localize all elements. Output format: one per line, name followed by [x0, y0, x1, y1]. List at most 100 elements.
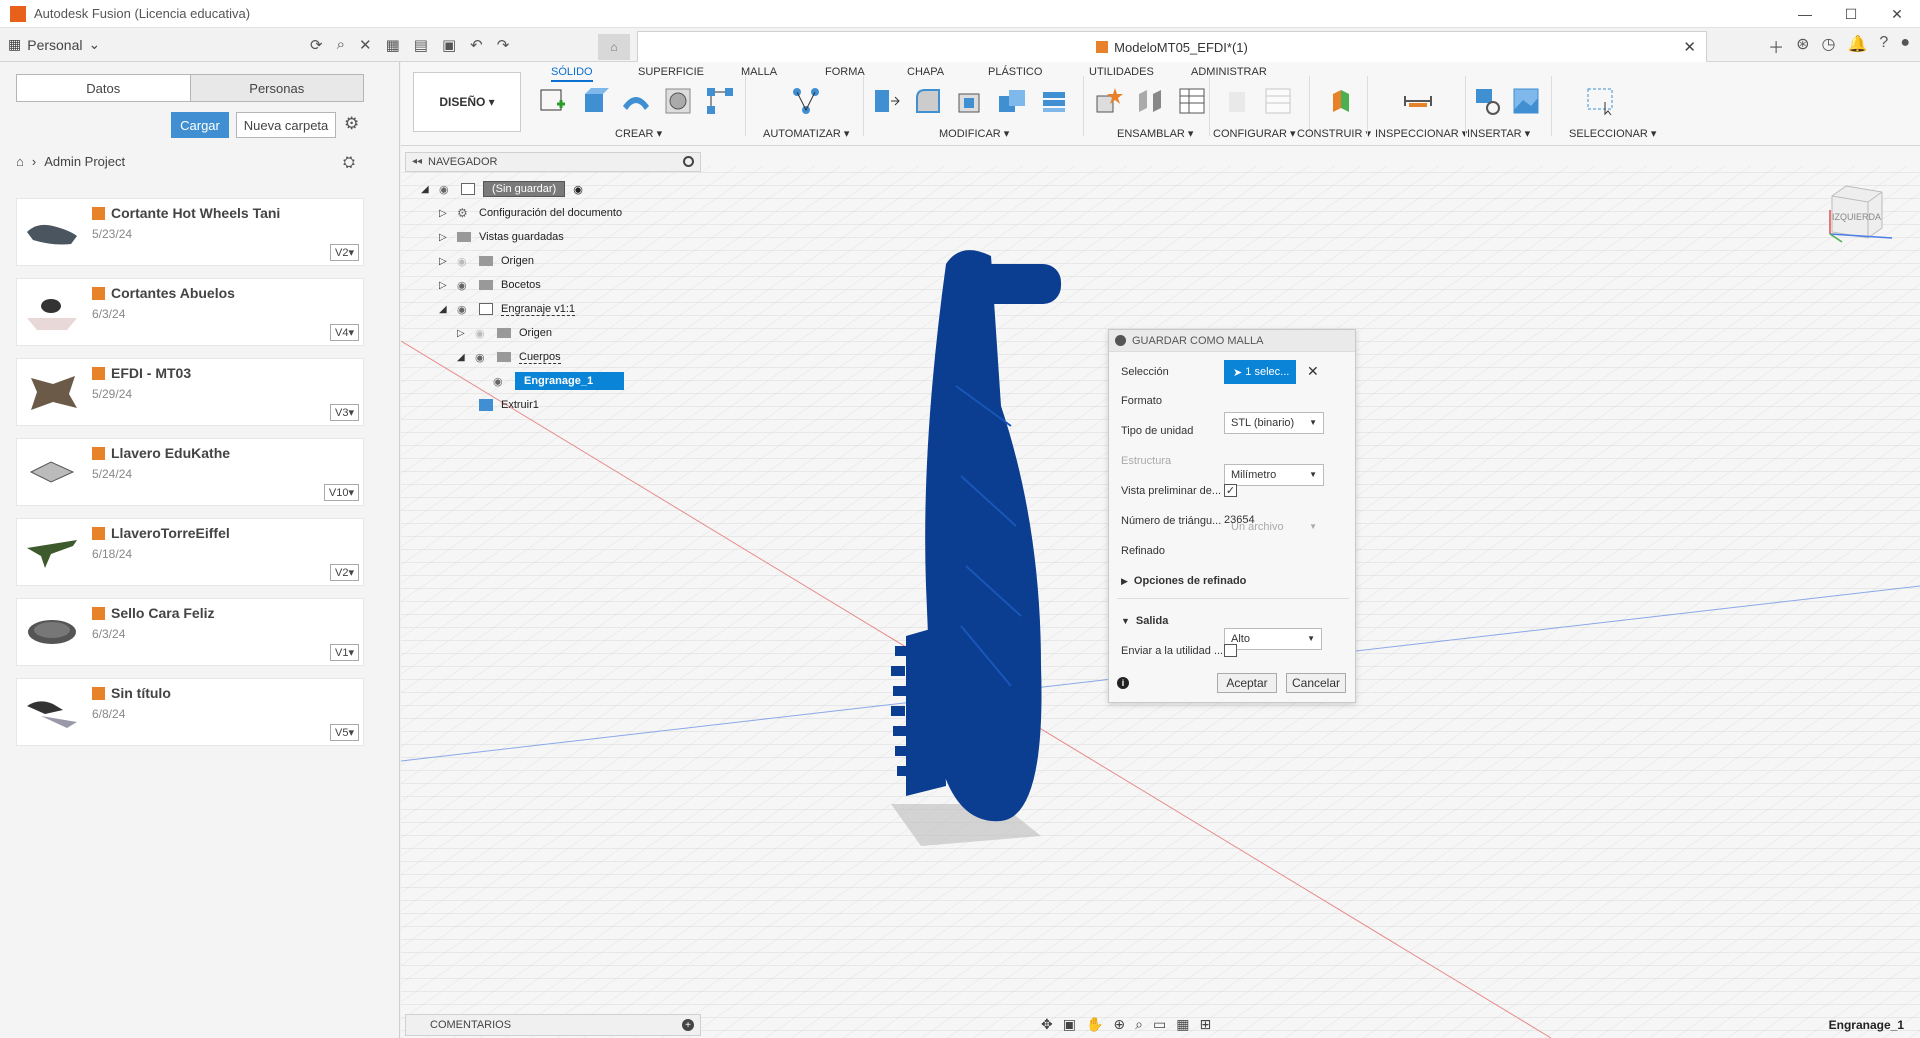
- list-item[interactable]: Sin título 6/8/24 V5 ▾: [16, 678, 364, 746]
- group-insert[interactable]: INSERTAR ▾: [1467, 127, 1530, 140]
- refinement-select[interactable]: Alto ▼: [1224, 628, 1322, 650]
- version-badge[interactable]: V1 ▾: [330, 644, 359, 661]
- file-menu-icon[interactable]: ▤: [414, 36, 428, 54]
- workspace-switcher[interactable]: DISEÑO ▾: [413, 72, 521, 132]
- tree-item[interactable]: ▷ ◉ Bocetos: [439, 274, 541, 296]
- visibility-eye-icon[interactable]: ◉: [475, 327, 491, 340]
- activate-radio-icon[interactable]: ◉: [573, 183, 583, 196]
- upload-button[interactable]: Cargar: [171, 112, 229, 138]
- create-sketch-icon[interactable]: [537, 86, 567, 116]
- viewports-icon[interactable]: ⊞: [1199, 1016, 1211, 1033]
- expand-icon[interactable]: ◢: [439, 304, 451, 315]
- version-badge[interactable]: V2 ▾: [330, 244, 359, 261]
- grid-settings-icon[interactable]: ▦: [1176, 1016, 1189, 1033]
- expand-icon[interactable]: ◢: [421, 184, 433, 195]
- clear-selection-icon[interactable]: ✕: [1307, 363, 1319, 380]
- preview-checkbox[interactable]: ✓: [1224, 484, 1237, 497]
- group-select[interactable]: SELECCIONAR ▾: [1569, 127, 1656, 140]
- zoom-icon[interactable]: ⊕: [1113, 1016, 1125, 1033]
- ok-button[interactable]: Aceptar: [1217, 673, 1277, 693]
- tab-surface[interactable]: SUPERFICIE: [638, 66, 704, 78]
- tree-root[interactable]: ◢ ◉ (Sin guardar) ◉: [421, 178, 583, 200]
- collapse-arrows-icon[interactable]: ◂◂: [412, 156, 422, 167]
- extensions-icon[interactable]: ⊛: [1796, 34, 1809, 58]
- output-section-toggle[interactable]: ▼ Salida: [1121, 610, 1168, 632]
- help-icon[interactable]: ?: [1879, 34, 1888, 58]
- group-inspect[interactable]: INSPECCIONAR ▾: [1375, 127, 1467, 140]
- home-icon[interactable]: ⌂: [16, 154, 24, 169]
- version-badge[interactable]: V4 ▾: [330, 324, 359, 341]
- expand-icon[interactable]: ▷: [439, 256, 451, 267]
- expand-icon[interactable]: ◢: [457, 352, 469, 363]
- construct-plane-icon[interactable]: [1327, 86, 1357, 116]
- tree-item[interactable]: ◢ ◉ Engranaje v1:1: [439, 298, 575, 320]
- visibility-eye-icon[interactable]: ◉: [457, 303, 473, 316]
- tree-item-selected[interactable]: ◉ Engranage_1: [493, 370, 625, 392]
- fillet-icon[interactable]: [913, 86, 943, 116]
- maximize-icon[interactable]: ☐: [1828, 0, 1874, 28]
- tree-item[interactable]: ▷ ◉ Origen: [457, 322, 552, 344]
- visibility-eye-icon[interactable]: ◉: [457, 279, 473, 292]
- pan-hand-icon[interactable]: ✋: [1086, 1016, 1103, 1033]
- user-avatar-icon[interactable]: ●: [1900, 34, 1910, 58]
- offset-face-icon[interactable]: [1039, 86, 1069, 116]
- apps-grid-icon[interactable]: ▦: [386, 36, 400, 54]
- new-folder-button[interactable]: Nueva carpeta: [236, 112, 336, 138]
- visibility-eye-icon[interactable]: ◉: [439, 183, 455, 196]
- collapse-dialog-icon[interactable]: [1115, 335, 1126, 346]
- look-at-icon[interactable]: ▣: [1063, 1016, 1076, 1033]
- list-item[interactable]: Sello Cara Feliz 6/3/24 V1 ▾: [16, 598, 364, 666]
- group-create[interactable]: CREAR ▾: [615, 127, 662, 140]
- expand-icon[interactable]: ▷: [439, 232, 451, 243]
- fit-icon[interactable]: ⌕: [1135, 1016, 1143, 1033]
- version-badge[interactable]: V10 ▾: [323, 484, 359, 501]
- tab-solid[interactable]: SÓLIDO: [551, 66, 593, 82]
- refresh-icon[interactable]: ⟳: [310, 36, 323, 54]
- tree-item[interactable]: ▷ Vistas guardadas: [439, 226, 564, 248]
- close-tab-icon[interactable]: ✕: [1683, 38, 1696, 56]
- insert-canvas-icon[interactable]: [1511, 86, 1541, 116]
- group-automate[interactable]: AUTOMATIZAR ▾: [763, 127, 849, 140]
- bill-of-materials-icon[interactable]: [1177, 86, 1207, 116]
- job-status-icon[interactable]: ◷: [1822, 34, 1836, 58]
- configure-table-icon[interactable]: [1263, 86, 1293, 116]
- tab-sheet-metal[interactable]: CHAPA: [907, 66, 944, 78]
- add-comment-icon[interactable]: +: [682, 1019, 694, 1031]
- breadcrumb-project[interactable]: Admin Project: [44, 154, 125, 169]
- group-construct[interactable]: CONSTRUIR ▾: [1297, 127, 1371, 140]
- visibility-eye-icon[interactable]: ◉: [493, 375, 509, 388]
- minimize-icon[interactable]: —: [1782, 0, 1828, 28]
- redo-icon[interactable]: ↷: [497, 36, 510, 54]
- send-to-checkbox[interactable]: [1224, 644, 1237, 657]
- refine-options-toggle[interactable]: ▶ Opciones de refinado: [1121, 570, 1246, 592]
- cancel-button[interactable]: Cancelar: [1286, 673, 1346, 693]
- selection-button[interactable]: ➤ 1 selec...: [1224, 360, 1296, 384]
- team-selector[interactable]: ▦ Personal ⌄: [8, 36, 100, 53]
- list-item[interactable]: Cortante Hot Wheels Tani 5/23/24 V2 ▾: [16, 198, 364, 266]
- tab-form[interactable]: FORMA: [825, 66, 865, 78]
- comments-panel[interactable]: COMENTARIOS +: [405, 1014, 701, 1036]
- gear-icon[interactable]: ⚙: [344, 114, 359, 134]
- expand-icon[interactable]: ▷: [457, 328, 469, 339]
- save-icon[interactable]: ▣: [442, 36, 456, 54]
- shell-icon[interactable]: [955, 86, 985, 116]
- tab-manage[interactable]: ADMINISTRAR: [1191, 66, 1267, 78]
- list-item[interactable]: Cortantes Abuelos 6/3/24 V4 ▾: [16, 278, 364, 346]
- tree-item[interactable]: ▷ ◉ Origen: [439, 250, 534, 272]
- version-badge[interactable]: V5 ▾: [330, 724, 359, 741]
- tab-mesh[interactable]: MALLA: [741, 66, 777, 78]
- notifications-icon[interactable]: 🔔: [1848, 34, 1868, 58]
- tab-utilities[interactable]: UTILIDADES: [1089, 66, 1154, 78]
- tab-data[interactable]: Datos: [17, 75, 190, 101]
- undo-icon[interactable]: ↶: [470, 36, 483, 54]
- group-configure[interactable]: CONFIGURAR ▾: [1213, 127, 1296, 140]
- display-settings-icon[interactable]: ▭: [1153, 1016, 1166, 1033]
- insert-derive-icon[interactable]: [1473, 86, 1503, 116]
- expand-icon[interactable]: ▷: [439, 280, 451, 291]
- orbit-icon[interactable]: ✥: [1041, 1016, 1053, 1033]
- view-cube[interactable]: IZQUIERDA: [1822, 182, 1894, 248]
- automate-icon[interactable]: [791, 86, 821, 116]
- hole-icon[interactable]: [663, 86, 693, 116]
- list-item[interactable]: EFDI - MT03 5/29/24 V3 ▾: [16, 358, 364, 426]
- search-icon[interactable]: ⌕: [337, 36, 345, 54]
